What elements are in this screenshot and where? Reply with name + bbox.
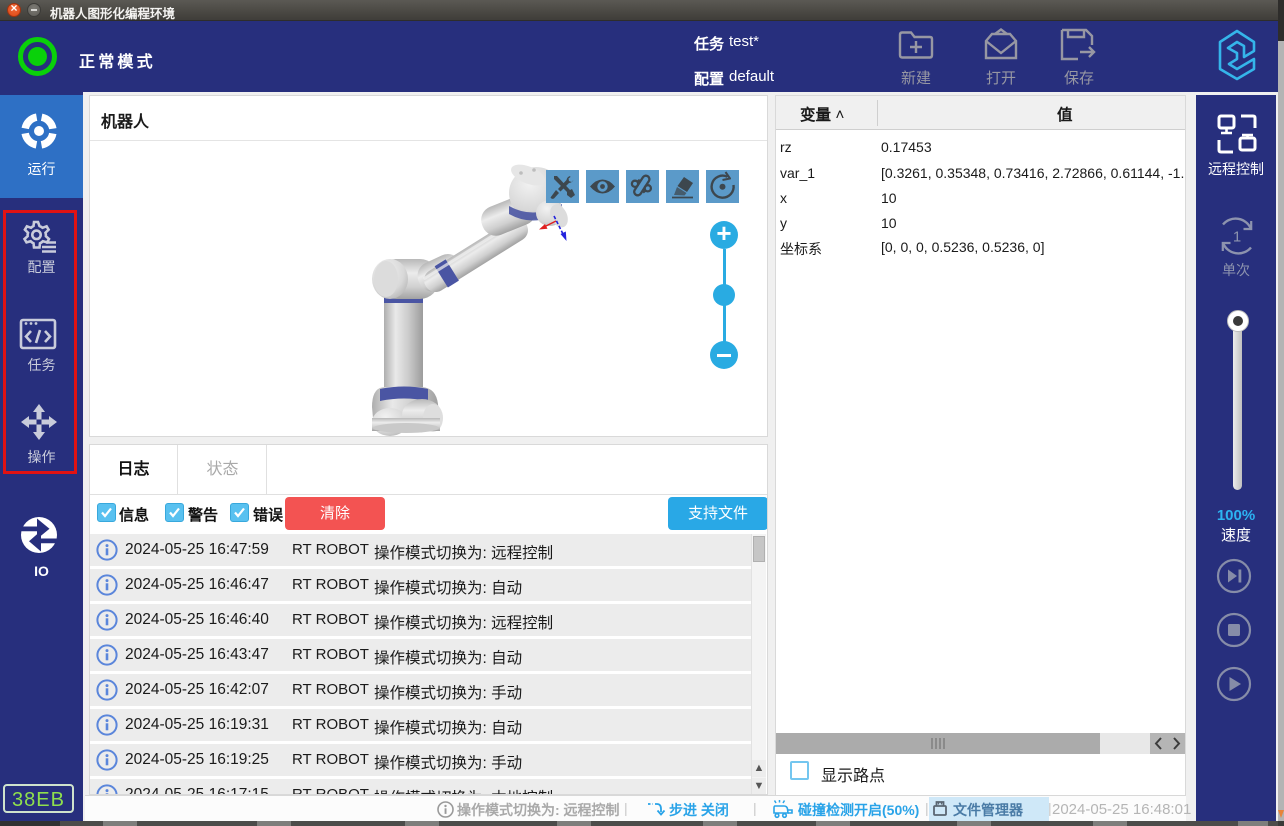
svg-text:1: 1 [1233, 229, 1241, 246]
